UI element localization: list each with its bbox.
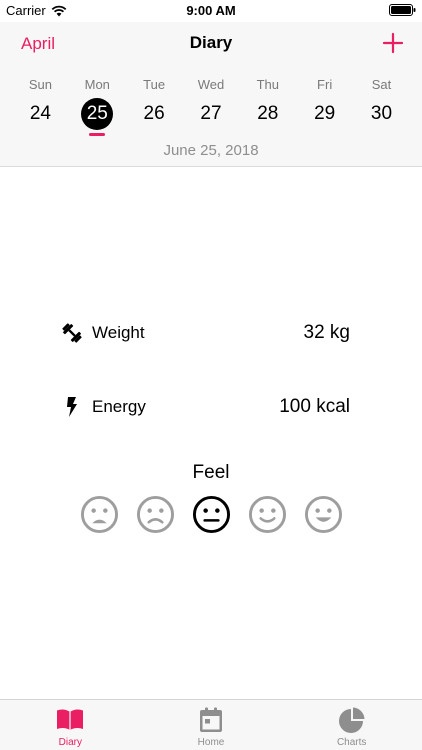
tab-diary-label: Diary: [58, 737, 82, 748]
pie-chart-icon: [338, 707, 365, 733]
day-name: Tue: [143, 77, 166, 92]
tab-diary[interactable]: Diary: [0, 700, 141, 750]
day-number: 26: [143, 103, 165, 124]
energy-value: 100 kcal: [279, 396, 350, 417]
day-name: Fri: [317, 77, 333, 92]
weight-row[interactable]: Weight 32 kg: [60, 318, 350, 348]
day-name: Mon: [84, 77, 110, 92]
day-name: Thu: [256, 77, 279, 92]
tab-home[interactable]: Home: [141, 700, 282, 750]
tab-home-label: Home: [197, 737, 225, 748]
day-name: Sat: [371, 77, 392, 92]
calendar-icon: [200, 707, 222, 732]
status-time: 9:00 AM: [186, 3, 236, 18]
tab-charts[interactable]: Charts: [281, 700, 422, 750]
day-name: Sun: [28, 77, 52, 92]
tab-charts-label: Charts: [336, 737, 367, 748]
selected-day-indicator: [89, 133, 106, 136]
sad-face-icon[interactable]: [136, 495, 175, 534]
day-number: 30: [370, 103, 393, 124]
day-thu[interactable]: Thu 28: [239, 76, 296, 136]
day-sun[interactable]: Sun 24: [12, 76, 69, 136]
battery-icon: [389, 4, 416, 16]
lightning-icon: [60, 395, 84, 419]
energy-label: Energy: [92, 397, 146, 416]
diary-header: April Diary Sun 24 Mon 25 Tue 26 Wed 27 …: [0, 22, 422, 167]
book-icon: [57, 709, 84, 730]
day-number: 29: [314, 103, 336, 124]
happy-face-icon[interactable]: [248, 495, 287, 534]
feel-selector: [0, 495, 422, 534]
week-strip: Sun 24 Mon 25 Tue 26 Wed 27 Thu 28 Fri 2…: [12, 76, 410, 136]
day-sat[interactable]: Sat 30: [353, 76, 410, 136]
dumbbell-icon: [60, 321, 84, 345]
day-tue[interactable]: Tue 26: [126, 76, 183, 136]
plus-icon[interactable]: [382, 32, 404, 54]
selected-date: June 25, 2018: [163, 142, 259, 159]
neutral-face-icon-selected[interactable]: [192, 495, 231, 534]
day-number: 27: [200, 103, 222, 124]
day-name: Wed: [197, 77, 225, 92]
day-number: 28: [257, 103, 279, 124]
very-sad-face-icon[interactable]: [80, 495, 119, 534]
page-title: Diary: [189, 33, 233, 52]
weight-label: Weight: [92, 323, 145, 342]
day-number-selected: 25: [81, 98, 114, 130]
day-number: 24: [29, 103, 51, 124]
very-happy-face-icon[interactable]: [304, 495, 343, 534]
energy-row[interactable]: Energy 100 kcal: [60, 392, 350, 422]
day-wed[interactable]: Wed 27: [183, 76, 240, 136]
weight-value: 32 kg: [303, 322, 350, 343]
feel-label: Feel: [192, 462, 230, 483]
day-fri[interactable]: Fri 29: [296, 76, 353, 136]
tab-bar: Diary Home Charts: [0, 699, 422, 750]
status-bar: Carrier 9:00 AM: [0, 0, 422, 22]
day-mon[interactable]: Mon 25: [69, 76, 126, 136]
